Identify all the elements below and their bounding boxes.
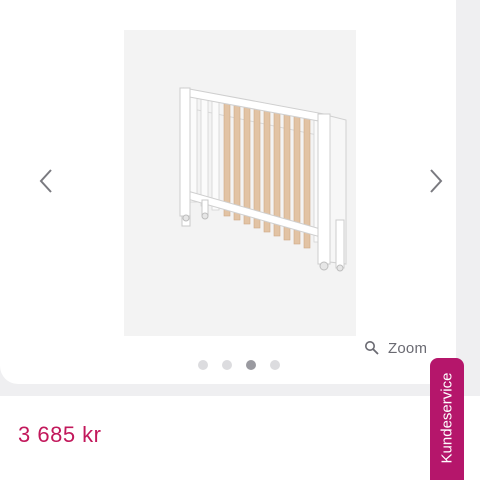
previous-image-button[interactable] [32, 166, 62, 196]
next-image-button[interactable] [420, 166, 450, 196]
product-gallery: Zoom [0, 0, 456, 384]
zoom-label: Zoom [388, 339, 428, 357]
slide-dot-2[interactable] [222, 360, 232, 370]
customer-service-label: Kundeservice [438, 372, 456, 464]
slide-dot-1[interactable] [198, 360, 208, 370]
product-price: 3 685 kr [18, 422, 102, 447]
slide-indicator [198, 360, 280, 370]
crib-illustration [179, 87, 347, 272]
slide-dot-4[interactable] [270, 360, 280, 370]
magnifier-icon [365, 341, 379, 355]
product-image[interactable] [124, 30, 356, 336]
slide-dot-3[interactable] [246, 360, 256, 370]
price-section: 3 685 kr [0, 396, 480, 480]
zoom-button[interactable]: Zoom [364, 336, 427, 360]
customer-service-tab[interactable]: Kundeservice [430, 358, 464, 480]
chevron-right-icon [430, 169, 443, 193]
chevron-left-icon [39, 169, 52, 193]
